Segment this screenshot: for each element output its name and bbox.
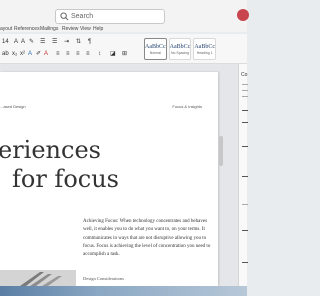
align-right-icon[interactable]: ≡ xyxy=(76,50,80,58)
bullets-icon[interactable]: ☰ xyxy=(40,38,45,46)
pane-line xyxy=(242,176,248,177)
strikethrough-icon[interactable]: ab xyxy=(2,50,9,58)
line-spacing-icon[interactable]: ↕ xyxy=(98,50,101,58)
pilcrow-icon[interactable]: ¶ xyxy=(88,38,91,46)
style-label: No Spacing xyxy=(170,50,190,55)
font-size-field[interactable]: 14 xyxy=(2,38,9,46)
borders-icon[interactable]: ⊞ xyxy=(122,50,127,58)
subscript-icon[interactable]: x₂ xyxy=(12,50,17,58)
font-color-icon[interactable]: A xyxy=(44,50,48,58)
page-header-left: ...ased Design xyxy=(0,104,26,109)
design-considerations-label: Design Considerations xyxy=(83,276,124,281)
ribbon: 14 A A ✎ ☰ ☰ ⇥ ⇅ ¶ ab x₂ x² A ✐ A ≡ ≡ ≡ … xyxy=(0,34,247,64)
shrink-font-icon[interactable]: A xyxy=(21,38,25,46)
style-sample: AaBbCc xyxy=(145,43,166,50)
clear-format-icon[interactable]: ✎ xyxy=(29,38,34,46)
side-pane: Co xyxy=(238,64,248,286)
pane-line xyxy=(242,230,248,231)
text-effects-icon[interactable]: A xyxy=(28,50,32,58)
search-box[interactable]: Search xyxy=(55,9,165,24)
tab-mailings[interactable]: Mailings xyxy=(40,26,58,32)
numbering-icon[interactable]: ☰ xyxy=(52,38,57,46)
justify-icon[interactable]: ≡ xyxy=(86,50,90,58)
superscript-icon[interactable]: x² xyxy=(20,50,25,58)
style-no-spacing[interactable]: AaBbCc No Spacing xyxy=(168,38,192,60)
sort-icon[interactable]: ⇅ xyxy=(76,38,81,46)
vertical-scrollbar[interactable] xyxy=(219,136,223,166)
pane-line xyxy=(242,90,248,91)
highlight-icon[interactable]: ✐ xyxy=(36,50,41,58)
style-sample: AaBbCc xyxy=(194,43,216,50)
pane-line xyxy=(242,204,248,205)
indent-icon[interactable]: ⇥ xyxy=(64,38,69,46)
tab-layout[interactable]: ayout xyxy=(0,26,12,32)
pane-line xyxy=(242,146,248,147)
style-sample: AaBbCc xyxy=(169,43,191,50)
styles-gallery: AaBbCc Normal AaBbCc No Spacing AaBbCc H… xyxy=(144,38,217,60)
pane-line xyxy=(242,96,248,97)
page-header-right: Focus & Insights xyxy=(172,104,202,109)
search-input[interactable]: Search xyxy=(71,11,93,23)
search-icon xyxy=(60,12,69,21)
avatar[interactable] xyxy=(237,9,249,21)
taskbar xyxy=(0,286,247,296)
align-center-icon[interactable]: ≡ xyxy=(66,50,70,58)
align-left-icon[interactable]: ≡ xyxy=(56,50,60,58)
tab-review[interactable]: Review xyxy=(62,26,78,32)
pane-line xyxy=(242,262,248,263)
tab-help[interactable]: Help xyxy=(93,26,103,32)
body-paragraph: Achieving Focus: When technology concent… xyxy=(83,219,211,258)
headline-line-2: for focus xyxy=(12,165,119,193)
pane-line xyxy=(242,110,248,111)
document-page[interactable]: ...ased Design Focus & Insights eriences… xyxy=(0,72,218,286)
tab-view[interactable]: View xyxy=(80,26,91,32)
headline-line-1: eriences xyxy=(0,136,101,164)
document-canvas[interactable]: ...ased Design Focus & Insights eriences… xyxy=(0,64,238,286)
grow-font-icon[interactable]: A xyxy=(14,38,18,46)
style-label: Normal xyxy=(149,50,161,55)
shading-icon[interactable]: ◪ xyxy=(110,50,116,58)
style-normal[interactable]: AaBbCc Normal xyxy=(144,38,167,60)
architecture-photo-icon xyxy=(0,270,76,286)
pane-line xyxy=(242,84,248,85)
pane-line xyxy=(242,122,248,123)
style-label: Heading 1 xyxy=(196,50,213,55)
pane-title: Co xyxy=(241,72,248,78)
document-image[interactable] xyxy=(0,270,76,286)
style-heading-1[interactable]: AaBbCc Heading 1 xyxy=(193,38,217,60)
tab-references[interactable]: References xyxy=(14,26,40,32)
